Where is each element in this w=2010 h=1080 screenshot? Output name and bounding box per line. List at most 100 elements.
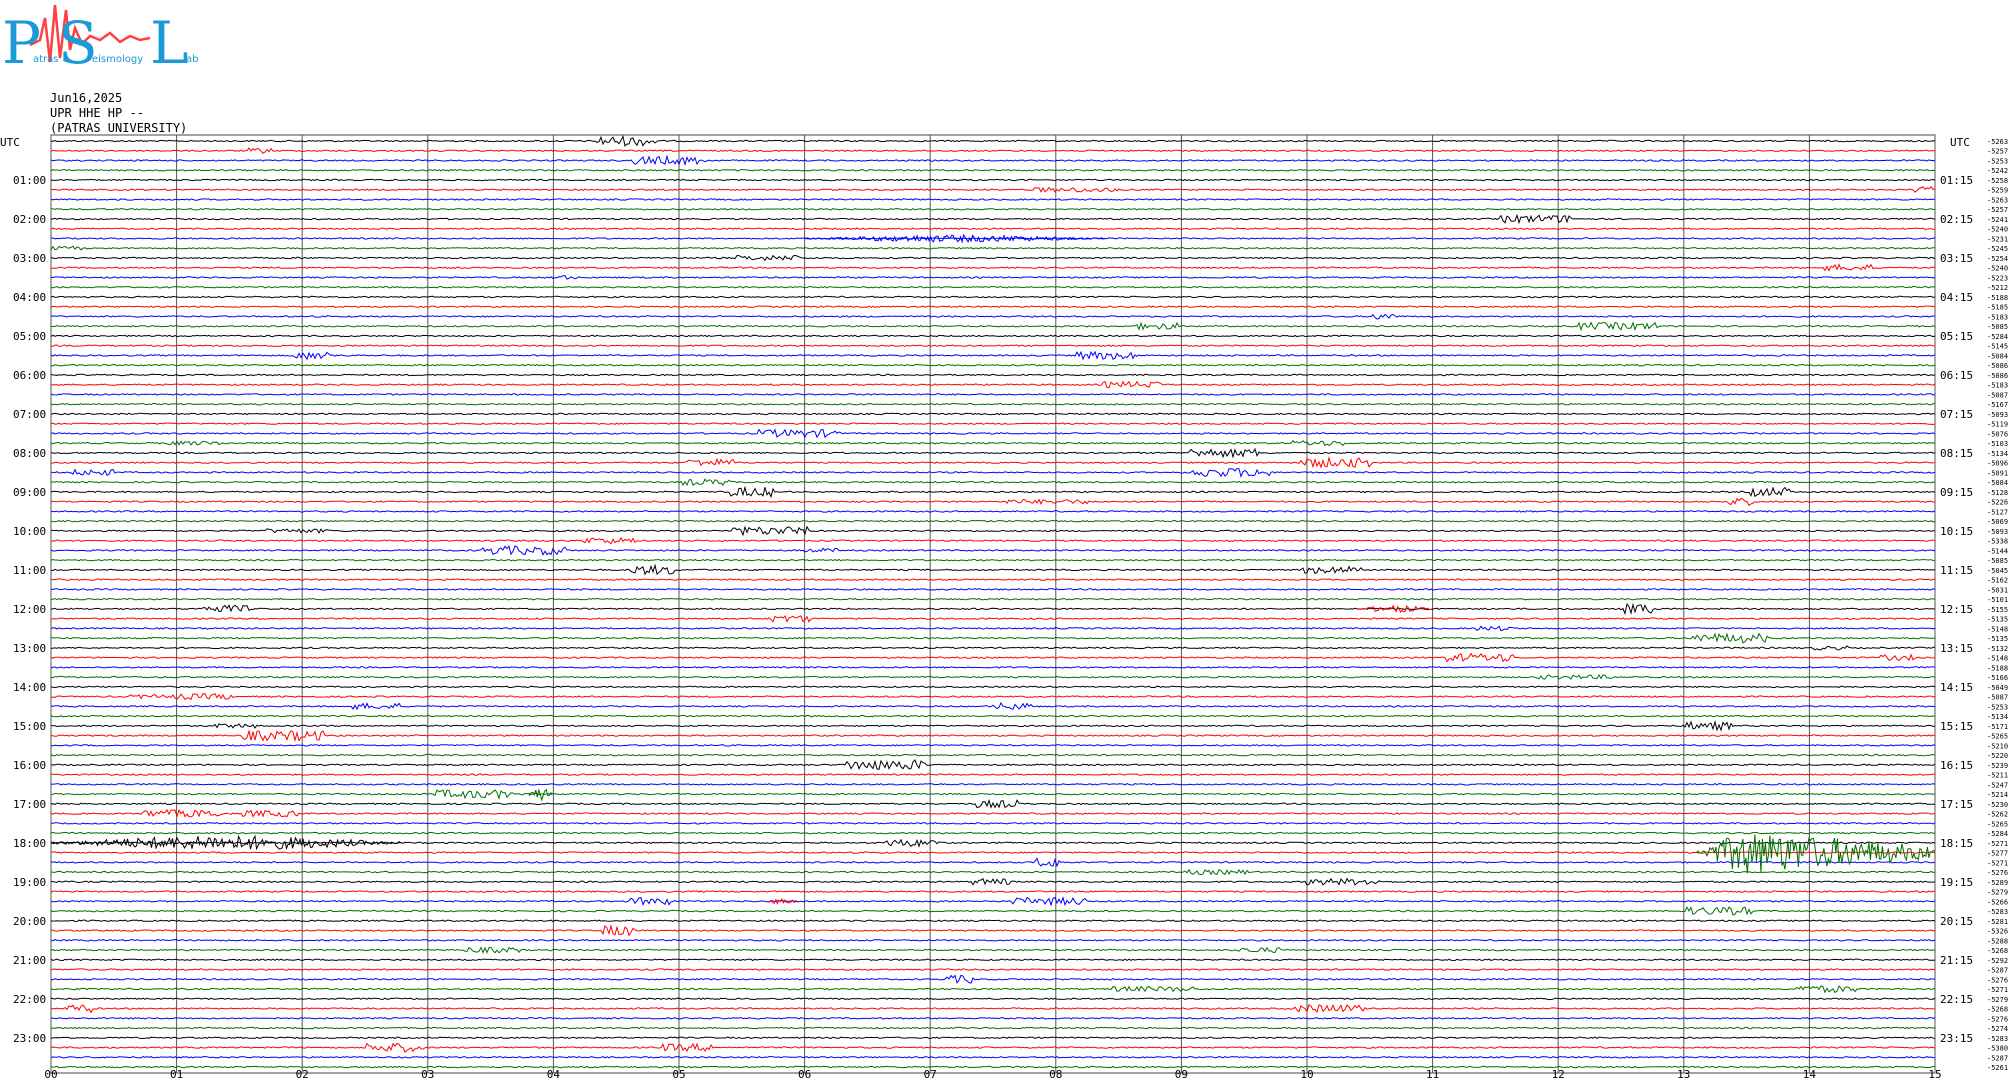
trace-offset-label: -5263: [1987, 196, 2008, 204]
left-hour-label: 07:00: [13, 408, 46, 421]
left-hour-label: 11:00: [13, 564, 46, 577]
trace-offset-label: -5276: [1987, 976, 2008, 984]
right-hour-label: 03:15: [1940, 252, 1973, 265]
trace-47: [50, 597, 1935, 601]
trace-offset-label: -5265: [1987, 733, 2008, 741]
trace-offset-label: -5271: [1987, 840, 2008, 848]
trace-55: [51, 673, 1936, 680]
trace-offset-label: -5277: [1987, 850, 2008, 858]
trace-72: [50, 838, 1936, 848]
helicorder-plot: UTC UTC 01:00 02:00 03:00 04:00 05:00 06:00 07:0…: [0, 134, 2008, 1080]
trace-offset-label: -5226: [1987, 499, 2008, 507]
trace-86: [50, 974, 1936, 984]
left-hour-label: 13:00: [13, 642, 46, 655]
trace-offset-label: -5276: [1987, 1015, 2008, 1023]
trace-offset-label: -5085: [1987, 557, 2008, 565]
trace-0: [50, 134, 1936, 147]
trace-offset-label: -5166: [1987, 674, 2008, 682]
trace-offset-label: -5144: [1987, 547, 2008, 555]
trace-25: [50, 380, 1936, 389]
left-hour-label: 02:00: [13, 213, 46, 226]
trace-offset-label: -5266: [1987, 898, 2008, 906]
trace-28: [50, 412, 1936, 416]
trace-offset-label: -5326: [1987, 928, 2008, 936]
trace-offset-label: -5210: [1987, 742, 2008, 750]
trace-58: [50, 701, 1936, 711]
left-hour-label: 12:00: [13, 603, 46, 616]
right-hour-label: 18:15: [1940, 837, 1973, 850]
trace-82: [50, 939, 1936, 942]
right-hour-label: 23:15: [1940, 1032, 1973, 1045]
trace-73: [50, 851, 1936, 854]
trace-offset-label: -5135: [1987, 616, 2008, 624]
trace-91: [50, 1026, 1936, 1030]
right-hour-label: 09:15: [1940, 486, 1973, 499]
trace-offset-label: -5183: [1987, 382, 2008, 390]
trace-offset-label: -5031: [1987, 586, 2008, 594]
trace-offset-label: -5292: [1987, 957, 2008, 965]
trace-offset-label: -5214: [1987, 791, 2008, 799]
trace-offset-label: -5271: [1987, 986, 2008, 994]
x-tick-label: 00: [44, 1068, 57, 1080]
trace-90: [50, 1016, 1936, 1020]
trace-52: [50, 645, 1936, 651]
right-hour-label: 07:15: [1940, 408, 1973, 421]
right-hour-label: 01:15: [1940, 174, 1973, 187]
trace-offset-label: -5245: [1987, 245, 2008, 253]
trace-20: [50, 334, 1936, 338]
trace-offset-label: -5284: [1987, 830, 2008, 838]
x-tick-label: 12: [1552, 1068, 1565, 1080]
trace-offset-label: -5380: [1987, 1045, 2008, 1053]
trace-74: [50, 857, 1935, 868]
trace-1: [50, 147, 1936, 154]
trace-offset-label: -5240: [1987, 226, 2008, 234]
x-tick-label: 02: [296, 1068, 309, 1080]
trace-offset-label: -5253: [1987, 157, 2008, 165]
trace-45: [50, 578, 1935, 581]
trace-62: [51, 744, 1936, 747]
trace-94: [50, 1056, 1936, 1059]
left-hour-label: 18:00: [13, 837, 46, 850]
trace-offset-label: -5257: [1987, 206, 2008, 214]
trace-71: [50, 831, 1935, 835]
trace-offset-label: -5148: [1987, 625, 2008, 633]
trace-offset-label: -5254: [1987, 255, 2008, 263]
trace-offset-label: -5242: [1987, 167, 2008, 175]
trace-37: [50, 497, 1936, 507]
trace-21: [51, 344, 1936, 347]
x-tick-label: 15: [1928, 1068, 1941, 1080]
left-hour-label: 09:00: [13, 486, 46, 499]
right-hour-label: 16:15: [1940, 759, 1973, 772]
trace-3: [50, 168, 1936, 172]
right-utc-title: UTC: [1950, 136, 1970, 149]
trace-offset-label: -5274: [1987, 1025, 2008, 1033]
trace-offset-label: -5188: [1987, 664, 2008, 672]
trace-offset-label: -5268: [1987, 1006, 2008, 1014]
trace-7: [50, 207, 1936, 211]
trace-offset-label: -5091: [1987, 469, 2008, 477]
left-hour-label: 19:00: [13, 876, 46, 889]
trace-offset-label: -5257: [1987, 148, 2008, 156]
trace-offset-label: -5134: [1987, 713, 2008, 721]
trace-89: [50, 1004, 1935, 1014]
trace-92: [50, 1036, 1936, 1040]
seismic-traces: [50, 134, 1936, 1069]
trace-offset-label: -5093: [1987, 411, 2008, 419]
x-tick-label: 05: [672, 1068, 685, 1080]
trace-49: [50, 615, 1936, 623]
left-hour-label: 03:00: [13, 252, 46, 265]
x-tick-label: 06: [798, 1068, 811, 1080]
x-tick-label: 11: [1426, 1068, 1439, 1080]
trace-26: [50, 393, 1936, 396]
right-hour-label: 06:15: [1940, 369, 1973, 382]
left-hour-label: 01:00: [13, 174, 46, 187]
trace-offset-label: -5132: [1987, 645, 2008, 653]
x-tick-label: 08: [1049, 1068, 1062, 1080]
left-utc-title: UTC: [0, 136, 20, 149]
trace-61: [50, 729, 1936, 743]
trace-offset-label: -5279: [1987, 889, 2008, 897]
trace-offset-label: -5231: [1987, 235, 2008, 243]
trace-offset-label: -5049: [1987, 684, 2008, 692]
trace-87: [50, 985, 1936, 994]
trace-offset-label: -5076: [1987, 430, 2008, 438]
